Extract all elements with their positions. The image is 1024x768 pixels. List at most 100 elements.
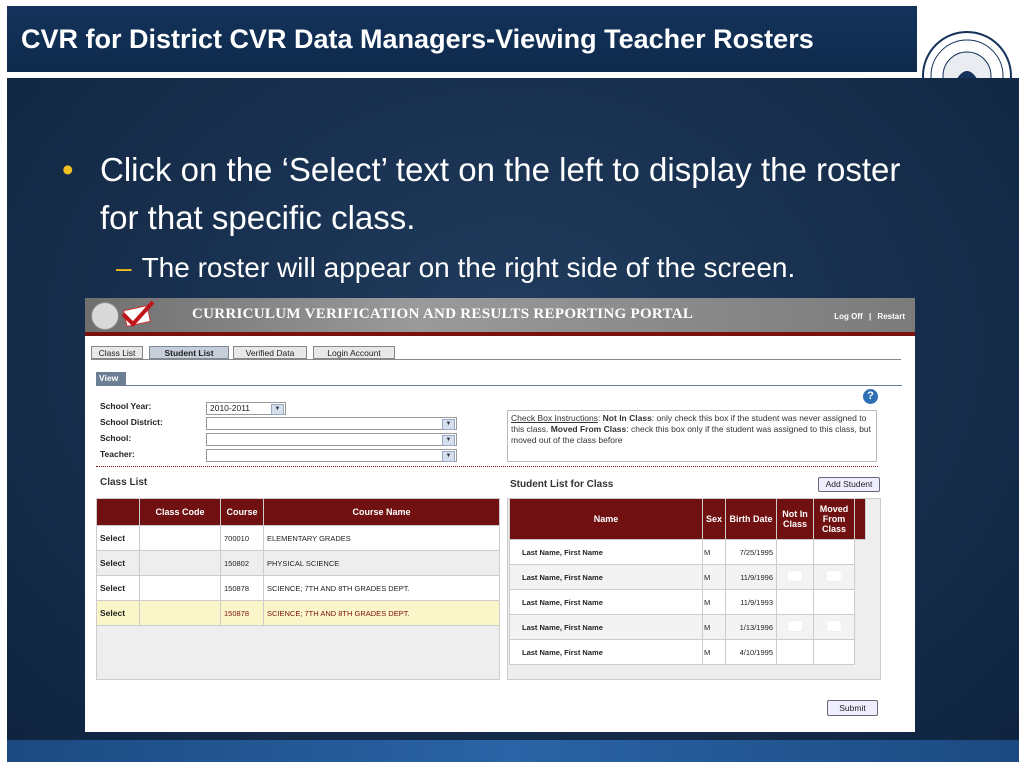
tab-divider [91,359,901,360]
moved-from-class-checkbox[interactable] [813,614,855,640]
student-sex: M [702,539,726,565]
table-row: Select 150878 SCIENCE; 7TH AND 8TH GRADE… [96,575,500,601]
school-district-select[interactable]: ▼ [206,417,457,430]
table-row: Select 700010 ELEMENTARY GRADES [96,525,500,551]
row-spacer [855,640,866,665]
course-name-cell: SCIENCE; 7TH AND 8TH GRADES DEPT. [263,600,500,626]
table-row-selected: Select 150878 SCIENCE; 7TH AND 8TH GRADE… [96,600,500,626]
student-birth-date: 1/13/1996 [725,614,777,640]
moved-from-class-checkbox[interactable] [813,539,855,565]
column-header: Class Code [139,498,221,526]
tab-verified-data[interactable]: Verified Data [233,346,307,359]
student-sex: M [702,614,726,640]
tab-class-list[interactable]: Class List [91,346,143,359]
table-row: Last Name, First Name M 7/25/1995 [509,539,866,565]
column-header [96,498,140,526]
class-list-table: Class Code Course Course Name Select 700… [96,498,500,626]
class-list-heading: Class List [100,477,148,488]
slide: CVR for District CVR Data Managers-Viewi… [0,0,1024,768]
school-year-select[interactable]: 2010-2011 ▼ [206,402,286,415]
tab-student-list[interactable]: Student List [149,346,229,359]
moved-from-class-checkbox[interactable] [813,564,855,590]
column-header: Name [509,498,703,540]
submit-button[interactable]: Submit [827,700,878,716]
table-row: Last Name, First Name M 11/9/1996 [509,564,866,590]
course-name-cell: ELEMENTARY GRADES [263,525,500,551]
select-link[interactable]: Select [96,550,140,576]
select-link[interactable]: Select [96,525,140,551]
title-bar: CVR for District CVR Data Managers-Viewi… [7,6,917,72]
select-link[interactable]: Select [96,575,140,601]
student-sex: M [702,639,726,665]
school-select[interactable]: ▼ [206,433,457,446]
checkmark-logo-icon [121,300,155,327]
header-accent-band [85,332,915,336]
class-code-cell [139,525,221,551]
class-code-cell [139,575,221,601]
course-cell: 150802 [220,550,264,576]
row-spacer [855,615,866,640]
bullet-sub-text: The roster will appear on the right side… [141,252,796,283]
class-code-cell [139,550,221,576]
column-header: Not In Class [776,498,814,540]
header-links: Log Off | Restart [834,312,905,321]
not-in-class-checkbox[interactable] [776,539,814,565]
not-in-class-checkbox[interactable] [776,639,814,665]
student-name: Last Name, First Name [509,589,703,615]
student-birth-date: 4/10/1995 [725,639,777,665]
chevron-down-icon: ▼ [442,419,455,430]
school-year-label: School Year: [100,401,152,411]
portal-title: CURRICULUM VERIFICATION AND RESULTS REPO… [192,306,694,322]
checkbox-icon [827,621,841,631]
tab-login-account[interactable]: Login Account [313,346,395,359]
log-off-link[interactable]: Log Off [834,312,862,321]
student-list-heading: Student List for Class [510,479,614,490]
class-code-cell [139,600,221,626]
course-name-cell: PHYSICAL SCIENCE [263,550,500,576]
help-icon[interactable]: ? [863,389,878,404]
restart-link[interactable]: Restart [877,312,905,321]
add-student-button[interactable]: Add Student [818,477,880,492]
course-cell: 150878 [220,575,264,601]
column-header: Sex [702,498,726,540]
column-header [854,498,866,540]
chevron-down-icon: ▼ [442,451,455,462]
moved-from-class-term: Moved From Class [550,424,627,434]
section-divider [96,466,878,467]
column-header: Course [220,498,264,526]
view-tab[interactable]: View [96,372,126,385]
course-cell: 700010 [220,525,264,551]
checkbox-icon [788,571,802,581]
chevron-down-icon: ▼ [271,404,284,415]
checkbox-icon [827,571,841,581]
not-in-class-checkbox[interactable] [776,589,814,615]
teacher-select[interactable]: ▼ [206,449,457,462]
state-seal-icon [91,302,119,330]
student-name: Last Name, First Name [509,539,703,565]
select-link[interactable]: Select [96,600,140,626]
bullet-main-text: Click on the ‘Select’ text on the left t… [100,151,901,236]
student-name: Last Name, First Name [509,614,703,640]
student-name: Last Name, First Name [509,564,703,590]
student-birth-date: 11/9/1996 [725,564,777,590]
school-year-value: 2010-2011 [210,403,251,413]
course-name-cell: SCIENCE; 7TH AND 8TH GRADES DEPT. [263,575,500,601]
row-spacer [855,540,866,565]
student-sex: M [702,589,726,615]
table-row: Select 150802 PHYSICAL SCIENCE [96,550,500,576]
not-in-class-checkbox[interactable] [776,564,814,590]
column-header: Moved From Class [813,498,855,540]
table-row: Last Name, First Name M 11/9/1993 [509,589,866,615]
view-divider [96,385,902,386]
slide-title: CVR for District CVR Data Managers-Viewi… [21,24,814,54]
row-spacer [855,590,866,615]
not-in-class-checkbox[interactable] [776,614,814,640]
row-spacer [855,565,866,590]
moved-from-class-checkbox[interactable] [813,639,855,665]
moved-from-class-checkbox[interactable] [813,589,855,615]
table-row: Last Name, First Name M 1/13/1996 [509,614,866,640]
teacher-label: Teacher: [100,449,135,459]
bullet-sub: – The roster will appear on the right sid… [116,250,795,286]
student-birth-date: 7/25/1995 [725,539,777,565]
course-cell: 150878 [220,600,264,626]
